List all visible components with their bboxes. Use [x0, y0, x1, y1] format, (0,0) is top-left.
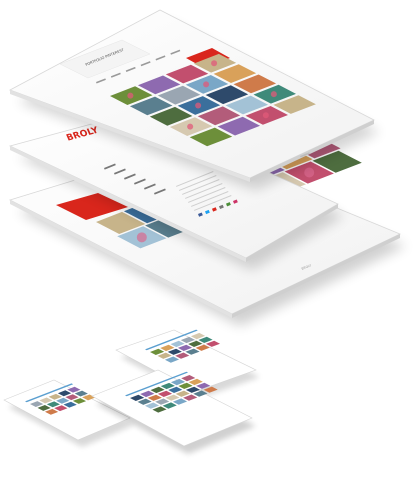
mockup-illustration: BROLY BROLY PORTFOLIO PINTEREST — [3, 9, 406, 454]
mini-screen-group — [3, 329, 260, 454]
isometric-mockup-scene: BROLY BROLY PORTFOLIO PINTEREST — [0, 0, 413, 478]
thumbnail[interactable] — [198, 336, 213, 343]
thumbnail[interactable] — [190, 332, 206, 340]
thumbnail[interactable] — [205, 340, 220, 347]
